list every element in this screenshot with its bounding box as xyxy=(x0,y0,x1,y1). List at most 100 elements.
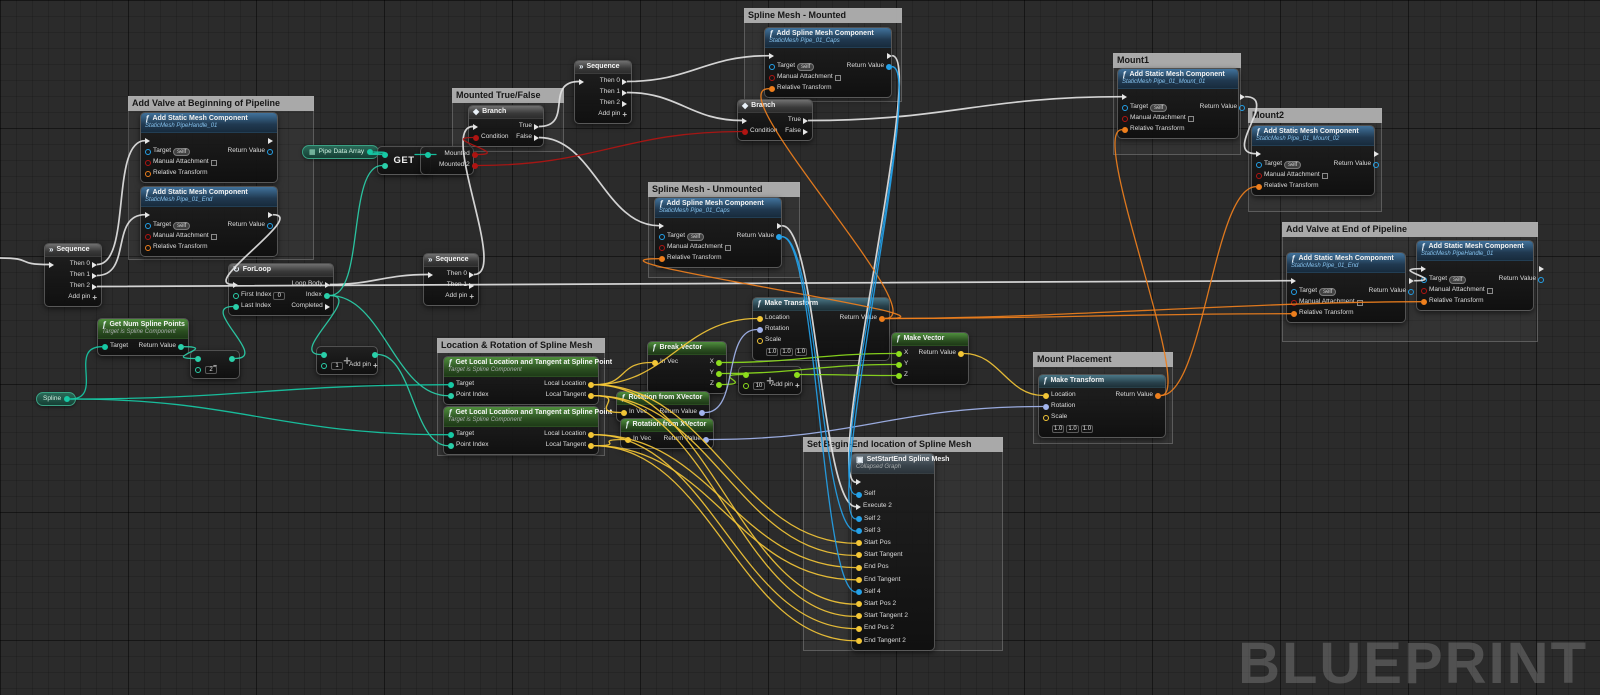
exec-pin[interactable] xyxy=(233,281,238,288)
exec-pin[interactable] xyxy=(1256,150,1261,157)
variable-node-spline_var[interactable]: Spline xyxy=(36,392,77,406)
node-header[interactable]: » Sequence xyxy=(424,254,478,268)
data-pin-endpos2[interactable] xyxy=(856,625,862,632)
exec-pin[interactable] xyxy=(579,78,584,85)
self-pill[interactable]: self xyxy=(797,62,815,71)
data-pin-target[interactable] xyxy=(769,63,775,70)
exec-pin[interactable] xyxy=(803,117,808,124)
node-make_vector[interactable]: ƒ Make Vector X Y Z Return Value xyxy=(891,332,969,386)
data-pin-rv[interactable] xyxy=(958,350,964,357)
node-header[interactable]: ƒ Rotation from XVector xyxy=(621,419,713,433)
comment-title[interactable]: Mount1 xyxy=(1113,53,1241,68)
exec-pin[interactable] xyxy=(469,271,474,278)
data-pin-rv[interactable] xyxy=(703,436,709,443)
data-pin-tan[interactable] xyxy=(588,442,594,449)
data-pin-target[interactable] xyxy=(1256,161,1262,168)
data-pin-startpos[interactable] xyxy=(856,540,862,547)
node-header[interactable]: » Sequence xyxy=(575,61,631,75)
node-header[interactable]: ▣ SetStartEnd Spline Mesh Collapsed Graph xyxy=(852,454,949,475)
data-pin-a[interactable] xyxy=(321,351,327,358)
input-field[interactable]: 1.0 xyxy=(766,347,779,356)
checkbox[interactable] xyxy=(1356,299,1363,306)
checkbox[interactable] xyxy=(1187,115,1194,122)
exec-pin[interactable] xyxy=(777,222,783,229)
data-pin-manual[interactable] xyxy=(1421,287,1427,294)
node-set_startend[interactable]: ▣ SetStartEnd Spline Mesh Collapsed Graph S… xyxy=(851,453,949,651)
data-pin-tan[interactable] xyxy=(588,392,594,399)
add-pin-icon[interactable]: + xyxy=(622,110,627,119)
node-break_vector[interactable]: ƒ Break Vector In Vec X Y Z xyxy=(647,341,727,395)
exec-pin[interactable] xyxy=(1421,265,1426,272)
exec-pin[interactable] xyxy=(659,222,664,229)
checkbox[interactable] xyxy=(1486,287,1493,294)
node-seq2[interactable]: » Sequence Then 0 Then 1 Then 2 Add pin + xyxy=(574,60,632,125)
data-pin-b[interactable] xyxy=(321,362,327,369)
node-header[interactable]: ƒ Add Spline Mesh Component StaticMesh Pip… xyxy=(765,28,891,49)
data-pin-index[interactable] xyxy=(382,162,388,169)
node-header[interactable]: ƒ Add Static Mesh Component StaticMesh Pip… xyxy=(1118,69,1238,90)
exec-pin[interactable] xyxy=(473,123,478,130)
data-pin-reltrans[interactable] xyxy=(659,255,665,262)
data-pin-target[interactable] xyxy=(659,233,665,240)
node-get_num[interactable]: ƒ Get Num Spline Points Target is Spline C… xyxy=(97,318,189,357)
data-pin-manual[interactable] xyxy=(659,244,665,251)
data-pin-loc[interactable] xyxy=(588,431,594,438)
data-pin-manual[interactable] xyxy=(145,159,151,166)
self-pill[interactable]: self xyxy=(1284,160,1302,169)
node-header[interactable]: ƒ Add Static Mesh Component StaticMesh Pip… xyxy=(1287,253,1405,274)
data-pin-rv[interactable] xyxy=(776,233,783,240)
comment-title[interactable]: Spline Mesh - Mounted xyxy=(744,8,902,23)
exec-pin[interactable] xyxy=(1539,265,1545,272)
data-pin-scale[interactable] xyxy=(1043,414,1049,421)
data-pin-index[interactable] xyxy=(323,292,330,299)
node-seq1[interactable]: » Sequence Then 0 Then 1 Then 2 Add pin + xyxy=(44,243,102,308)
data-pin-target[interactable] xyxy=(1291,288,1297,295)
node-rotx2[interactable]: ƒ Rotation from XVector In Vec Return Value xyxy=(620,418,714,450)
exec-pin[interactable] xyxy=(428,271,433,278)
exec-pin[interactable] xyxy=(92,283,97,290)
data-pin-loc[interactable] xyxy=(588,381,594,388)
exec-pin[interactable] xyxy=(92,261,97,268)
exec-pin[interactable] xyxy=(856,503,861,510)
node-header[interactable]: ↻ ForLoop xyxy=(229,264,333,278)
data-pin-rv[interactable] xyxy=(879,315,885,322)
self-pill[interactable]: self xyxy=(1319,287,1337,296)
add-pin-icon[interactable]: + xyxy=(795,381,800,390)
add-pin-icon[interactable]: + xyxy=(469,292,474,301)
comment-title[interactable]: Set Begin-End location of Spline Mesh xyxy=(803,437,1003,452)
data-pin-target[interactable] xyxy=(448,431,454,438)
data-pin-location[interactable] xyxy=(1043,392,1049,399)
data-pin-invec[interactable] xyxy=(625,436,631,443)
data-pin-manual[interactable] xyxy=(145,233,151,240)
checkbox[interactable] xyxy=(210,159,217,166)
data-pin-reltrans[interactable] xyxy=(1291,310,1297,317)
data-pin-target[interactable] xyxy=(1421,276,1427,283)
data-pin-x[interactable] xyxy=(716,359,722,366)
comment-title[interactable]: Mounted True/False xyxy=(452,88,564,103)
node-mount2[interactable]: ƒ Add Static Mesh Component StaticMesh Pip… xyxy=(1251,125,1380,197)
exec-pin[interactable] xyxy=(324,281,330,288)
node-forloop[interactable]: ↻ ForLoop First Index 0 Last Index Loop Body I… xyxy=(228,263,334,317)
input-field[interactable]: 1.0 xyxy=(780,347,793,356)
data-pin-endpos[interactable] xyxy=(856,564,862,571)
data-pin-rv[interactable] xyxy=(699,409,705,416)
exec-pin[interactable] xyxy=(1240,93,1246,100)
node-spline_unmounted[interactable]: ƒ Add Spline Mesh Component StaticMesh Pip… xyxy=(654,197,783,269)
exec-pin[interactable] xyxy=(49,261,54,268)
data-pin-out[interactable] xyxy=(793,371,800,378)
data-pin-a[interactable] xyxy=(195,355,201,362)
exec-pin[interactable] xyxy=(1409,277,1415,284)
node-header[interactable]: ƒ Make Vector xyxy=(892,333,968,347)
data-pin-mounted[interactable] xyxy=(471,151,478,158)
exec-pin[interactable] xyxy=(268,211,273,218)
exec-pin[interactable] xyxy=(268,137,273,144)
data-pin-reltrans[interactable] xyxy=(145,244,151,251)
data-pin-out[interactable] xyxy=(64,396,71,402)
node-header[interactable]: ƒ Add Static Mesh Component StaticMesh Pip… xyxy=(1252,126,1374,147)
data-pin-self2[interactable] xyxy=(856,515,862,522)
node-header[interactable]: ƒ Add Static Mesh Component StaticMesh Pip… xyxy=(1417,241,1533,262)
data-pin-x[interactable] xyxy=(896,350,902,357)
data-pin-reltrans[interactable] xyxy=(1256,183,1262,190)
data-pin-target[interactable] xyxy=(145,148,151,155)
data-pin-starttan2[interactable] xyxy=(856,613,862,620)
